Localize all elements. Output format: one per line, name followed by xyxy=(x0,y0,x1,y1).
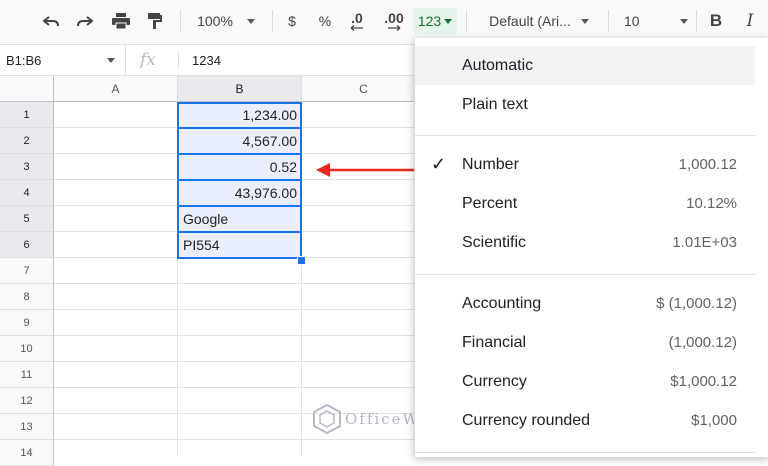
menu-example: $1,000.12 xyxy=(670,373,737,390)
menu-divider xyxy=(415,274,755,275)
officewheel-logo-icon xyxy=(313,404,341,434)
more-formats-label: 123 xyxy=(417,13,442,29)
column-header-c[interactable]: C xyxy=(302,76,426,102)
font-size-select[interactable]: 10 xyxy=(616,8,690,34)
fx-icon: fx xyxy=(140,50,156,70)
menu-item-percent[interactable]: Percent 10.12% xyxy=(415,184,755,223)
formula-input[interactable]: 1234 xyxy=(192,45,221,75)
cell-b1[interactable]: 1,234.00 xyxy=(178,102,302,128)
redo-icon[interactable] xyxy=(72,8,98,34)
row-header-11[interactable]: 11 xyxy=(0,362,54,388)
arrow-left-icon xyxy=(350,25,363,31)
row-header-7[interactable]: 7 xyxy=(0,258,54,284)
menu-example: $ (1,000.12) xyxy=(656,295,737,312)
row-header-8[interactable]: 8 xyxy=(0,284,54,310)
paint-format-icon[interactable] xyxy=(142,8,168,34)
column-header-a[interactable]: A xyxy=(54,76,178,102)
column-a-cells[interactable] xyxy=(54,102,178,457)
decrease-decimal-label: .0 xyxy=(351,10,363,26)
font-select[interactable]: Default (Ari... xyxy=(476,8,602,34)
format-menu: Automatic Plain text ✓ Number 1,000.12 P… xyxy=(414,38,768,457)
italic-button[interactable]: I xyxy=(738,8,762,34)
name-box-value: B1:B6 xyxy=(6,52,42,68)
arrow-right-icon xyxy=(388,25,401,31)
row-header-10[interactable]: 10 xyxy=(0,336,54,362)
chevron-down-icon xyxy=(107,58,115,63)
cell-b5[interactable]: Google xyxy=(178,206,302,232)
row-header-13[interactable]: 13 xyxy=(0,414,54,440)
font-value: Default (Ari... xyxy=(489,13,571,29)
row-header-2[interactable]: 2 xyxy=(0,128,54,154)
row-header-12[interactable]: 12 xyxy=(0,388,54,414)
column-header-b[interactable]: B xyxy=(178,76,302,102)
print-icon[interactable] xyxy=(108,8,134,34)
menu-example: $1,000 xyxy=(691,412,737,429)
undo-icon[interactable] xyxy=(38,8,64,34)
cell-b6[interactable]: PI554 xyxy=(178,232,302,258)
increase-decimal-button[interactable]: .00 xyxy=(379,8,409,34)
menu-label: Percent xyxy=(462,194,518,212)
menu-label: Currency xyxy=(462,372,527,390)
more-formats-button[interactable]: 123 xyxy=(413,8,457,34)
zoom-value: 100% xyxy=(197,13,233,29)
decrease-decimal-button[interactable]: .0 xyxy=(344,8,370,34)
cell-b2[interactable]: 4,567.00 xyxy=(178,128,302,154)
menu-item-number[interactable]: ✓ Number 1,000.12 xyxy=(415,145,755,184)
menu-label: Number xyxy=(462,155,519,173)
menu-label: Currency rounded xyxy=(462,411,591,429)
check-icon: ✓ xyxy=(431,154,447,174)
zoom-select[interactable]: 100% xyxy=(190,8,262,34)
menu-example: 1,000.12 xyxy=(678,156,737,173)
bold-button[interactable]: B xyxy=(704,8,728,34)
menu-item-scientific[interactable]: Scientific 1.01E+03 xyxy=(415,223,755,262)
menu-item-financial[interactable]: Financial (1,000.12) xyxy=(415,323,755,362)
percent-format-button[interactable]: % xyxy=(315,8,335,34)
cell-b4[interactable]: 43,976.00 xyxy=(178,180,302,206)
font-size-value: 10 xyxy=(624,13,640,29)
menu-example: 10.12% xyxy=(686,195,737,212)
increase-decimal-label: .00 xyxy=(384,10,404,26)
menu-item-currency[interactable]: Currency $1,000.12 xyxy=(415,362,755,401)
menu-item-automatic[interactable]: Automatic xyxy=(415,46,755,85)
menu-label: Scientific xyxy=(462,233,527,251)
menu-example: 1.01E+03 xyxy=(672,234,737,251)
chevron-down-icon xyxy=(580,18,589,24)
row-header-4[interactable]: 4 xyxy=(0,180,54,206)
row-header-6[interactable]: 6 xyxy=(0,232,54,258)
annotation-arrow-icon xyxy=(316,163,420,177)
menu-item-currency-rounded[interactable]: Currency rounded $1,000 xyxy=(415,401,755,440)
menu-label: Plain text xyxy=(462,95,528,113)
row-header-14[interactable]: 14 xyxy=(0,440,54,466)
select-all-corner[interactable] xyxy=(0,76,54,102)
chevron-down-icon xyxy=(246,18,255,24)
fill-handle[interactable] xyxy=(297,256,306,265)
currency-format-button[interactable]: $ xyxy=(282,8,302,34)
menu-label: Financial xyxy=(462,333,527,351)
menu-example: (1,000.12) xyxy=(668,334,737,351)
cell-b3[interactable]: 0.52 xyxy=(178,154,302,180)
name-box[interactable]: B1:B6 xyxy=(0,45,126,75)
chevron-down-icon xyxy=(444,18,453,24)
menu-divider xyxy=(415,452,755,453)
row-header-1[interactable]: 1 xyxy=(0,102,54,128)
menu-divider xyxy=(415,135,755,136)
menu-item-accounting[interactable]: Accounting $ (1,000.12) xyxy=(415,284,755,323)
menu-label: Automatic xyxy=(462,56,534,74)
menu-item-plain-text[interactable]: Plain text xyxy=(415,85,755,124)
row-header-9[interactable]: 9 xyxy=(0,310,54,336)
column-b-empty-cells[interactable] xyxy=(178,258,302,457)
row-header-3[interactable]: 3 xyxy=(0,154,54,180)
row-header-5[interactable]: 5 xyxy=(0,206,54,232)
menu-label: Accounting xyxy=(462,294,542,312)
chevron-down-icon xyxy=(679,18,688,24)
